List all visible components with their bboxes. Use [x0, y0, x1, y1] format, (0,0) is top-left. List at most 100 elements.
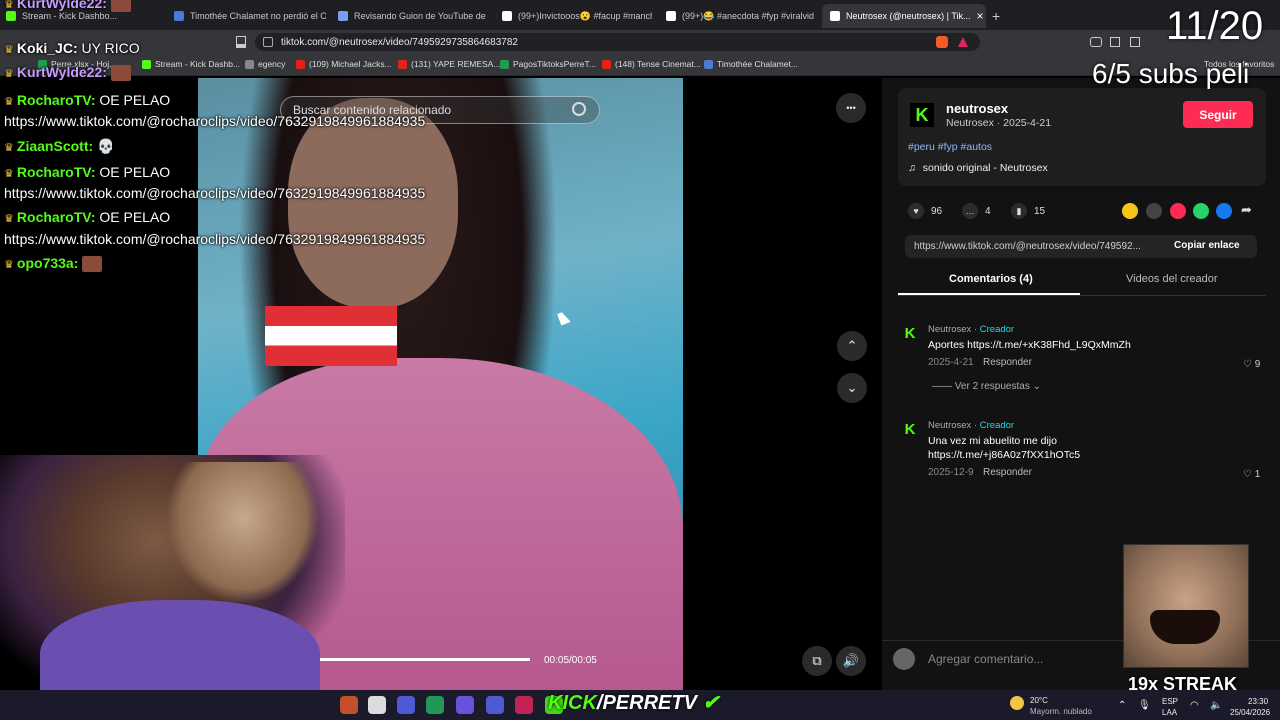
music-note-icon: ♫	[908, 162, 916, 174]
brave-shield-icon[interactable]	[936, 36, 948, 48]
brave-rewards-icon[interactable]	[958, 37, 968, 47]
tab-comments[interactable]: Comentarios (4)	[949, 273, 1033, 285]
pip-button[interactable]: ⧉	[802, 646, 832, 676]
comment-like[interactable]: ♡ 9	[1243, 359, 1260, 370]
video-time: 00:05/00:05	[544, 655, 597, 666]
overlay-subs-goal: 6/5 subs peli	[1092, 58, 1250, 89]
tab-timothee[interactable]: Timothée Chalamet no perdió el Osc...	[174, 4, 326, 28]
bookmark-label: Stream - Kick Dashb...	[155, 59, 241, 69]
chat-message: ♛ ZiaanScott: 💀	[4, 138, 114, 155]
sound-row[interactable]: ♫ sonido original - Neutrosex	[908, 162, 1048, 174]
kick-channel-logo: KICK/PERRETV ✔	[548, 690, 719, 715]
chat-username[interactable]: KurtWylde22:	[17, 64, 107, 80]
sidebar-icon[interactable]	[1130, 37, 1140, 47]
volume-icon: 🔊	[842, 653, 860, 668]
clock-date[interactable]: 25/04/2026	[1230, 708, 1270, 717]
mic-icon[interactable]: 🎙	[1138, 700, 1151, 711]
taskbar-app-icon[interactable]	[456, 696, 474, 714]
more-options-button[interactable]: •••	[836, 93, 866, 123]
taskbar-app-icon[interactable]	[426, 696, 444, 714]
save-stat[interactable]: ▮ 15	[1011, 203, 1045, 219]
kick-channel-name: /PERRETV	[596, 692, 697, 714]
chevron-up-icon[interactable]: ⌃	[1118, 700, 1126, 711]
comment-author[interactable]: Neutrosex · Creador	[928, 324, 1014, 335]
chat-username[interactable]: opo733a:	[17, 255, 78, 271]
chevron-down-icon: ⌄	[846, 380, 858, 395]
bookmark-kick[interactable]: Stream - Kick Dashb...	[142, 59, 240, 69]
chat-message: ♛ RocharoTV: OE PELAO	[4, 92, 170, 108]
language[interactable]: ESP	[1162, 697, 1178, 706]
reply-button[interactable]: Responder	[983, 357, 1032, 368]
extension-icon[interactable]	[1090, 37, 1102, 47]
bookmark-yape[interactable]: (131) YAPE REMESA...	[398, 59, 500, 69]
bookmark-timothee[interactable]: Timothée Chalamet...	[704, 59, 798, 69]
chat-text: 💀	[93, 138, 115, 154]
comment-date: 2025-4-21	[928, 357, 974, 368]
tab-active-indicator	[898, 293, 1080, 295]
puzzle-icon[interactable]	[1110, 37, 1120, 47]
tab-creator-videos[interactable]: Videos del creador	[1126, 273, 1218, 285]
chat-username[interactable]: ZiaanScott:	[17, 138, 93, 154]
comment-input[interactable]: Agregar comentario...	[928, 652, 1043, 666]
commenter-avatar[interactable]: K	[901, 324, 919, 342]
chat-username[interactable]: RocharoTV:	[17, 209, 96, 225]
new-tab-icon[interactable]: +	[992, 8, 1000, 24]
taskbar-app-icon[interactable]	[368, 696, 386, 714]
speaker-icon[interactable]: 🔈	[1210, 700, 1222, 711]
chat-emote	[110, 0, 131, 13]
tab-neutrosex-active[interactable]: Neutrosex (@neutrosex) | Tik... ×	[822, 4, 986, 28]
weather-icon[interactable]	[1010, 696, 1024, 710]
bookmark-egency[interactable]: egency	[245, 59, 285, 69]
whatsapp-icon[interactable]	[1193, 203, 1209, 219]
bookmark-pagos[interactable]: PagosTiktoksPerreT...	[500, 59, 596, 69]
comment-icon: …	[962, 203, 978, 219]
next-video-button[interactable]: ⌄	[837, 373, 867, 403]
follow-button[interactable]: Seguir	[1183, 101, 1253, 128]
comment-stat[interactable]: … 4	[962, 203, 991, 219]
language-sub[interactable]: LAA	[1162, 708, 1177, 717]
send-icon[interactable]	[1170, 203, 1186, 219]
hashtags[interactable]: #peru #fyp #autos	[908, 141, 992, 153]
taskbar-app-icon[interactable]	[515, 696, 533, 714]
close-tab-icon[interactable]: ×	[977, 9, 984, 23]
taskbar-app-icon[interactable]	[486, 696, 504, 714]
gemini-icon	[338, 11, 348, 21]
bookmark-icon[interactable]	[236, 36, 246, 48]
embed-icon[interactable]	[1146, 203, 1162, 219]
weather-temp[interactable]: 20°C	[1030, 696, 1048, 705]
view-replies-button[interactable]: —— Ver 2 respuestas ⌄	[932, 381, 1041, 392]
commenter-avatar[interactable]: K	[901, 420, 919, 438]
chat-message: ♛ KurtWylde22:	[4, 64, 131, 82]
wifi-icon[interactable]: ◠	[1190, 700, 1199, 711]
weather-desc[interactable]: Mayorm. nublado	[1030, 707, 1092, 716]
like-stat[interactable]: ♥ 96	[908, 203, 942, 219]
reply-button[interactable]: Responder	[983, 467, 1032, 478]
tab-guion[interactable]: Revisando Guion de YouTube de Mar...	[338, 4, 488, 28]
repost-icon[interactable]	[1122, 203, 1138, 219]
tab-invictooos[interactable]: (99+)Invictooos😮 #facup #manches...	[502, 4, 652, 28]
youtube-icon	[602, 59, 611, 69]
search-icon[interactable]	[572, 102, 586, 116]
tab-anecdota[interactable]: (99+)😂 #anecdota #fyp #viralvideo...	[666, 4, 814, 28]
chat-username[interactable]: KurtWylde22:	[17, 0, 107, 11]
clock-time[interactable]: 23:30	[1248, 697, 1268, 706]
bookmark-michael[interactable]: (109) Michael Jacks...	[296, 59, 392, 69]
chat-username[interactable]: RocharoTV:	[17, 92, 96, 108]
youtube-icon	[398, 59, 407, 69]
taskbar-app-icon[interactable]	[340, 696, 358, 714]
bookmark-tense[interactable]: (148) Tense Cinemat...	[602, 59, 701, 69]
chat-username[interactable]: RocharoTV:	[17, 164, 96, 180]
volume-button[interactable]: 🔊	[836, 646, 866, 676]
author-name[interactable]: neutrosex	[946, 101, 1008, 116]
address-bar[interactable]: tiktok.com/@neutrosex/video/749592973586…	[255, 33, 980, 51]
facebook-icon[interactable]	[1216, 203, 1232, 219]
taskbar-app-icon[interactable]	[397, 696, 415, 714]
chat-username[interactable]: Koki_JC:	[17, 40, 78, 56]
previous-video-button[interactable]: ⌃	[837, 331, 867, 361]
comment-author[interactable]: Neutrosex · Creador	[928, 420, 1014, 431]
share-arrow-icon[interactable]: ➦	[1241, 202, 1252, 218]
site-info-icon[interactable]	[263, 37, 273, 47]
author-avatar[interactable]: K	[910, 103, 934, 127]
copy-link-button[interactable]: Copiar enlace	[1174, 240, 1240, 251]
comment-like[interactable]: ♡ 1	[1243, 469, 1260, 480]
